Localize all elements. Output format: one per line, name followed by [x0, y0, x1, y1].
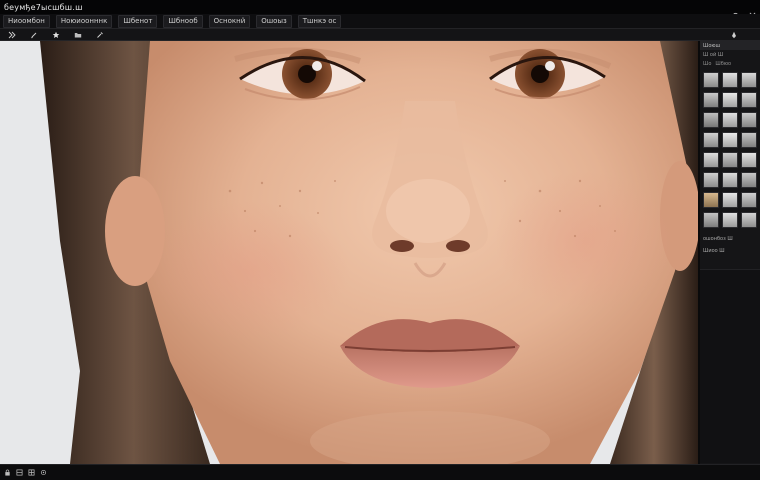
- layers-icon[interactable]: [15, 469, 23, 477]
- menu-bar: Ниоомбон Ноюиоонннк Шбенот Шбнооб Оснокн…: [0, 14, 760, 28]
- menu-item-4[interactable]: Шбнооб: [163, 14, 203, 28]
- image-canvas[interactable]: [0, 41, 698, 464]
- pen-tool-icon[interactable]: [726, 30, 742, 40]
- swatch[interactable]: [741, 92, 757, 108]
- swatch[interactable]: [703, 192, 719, 208]
- swatch[interactable]: [722, 152, 738, 168]
- title-bar: беумђе7ысшбш.ш: [0, 0, 760, 18]
- status-bar: [0, 464, 760, 480]
- star-tool-icon[interactable]: [48, 30, 64, 40]
- portrait-image: [0, 41, 698, 464]
- minimize-icon[interactable]: [732, 4, 739, 18]
- panel-row-1[interactable]: ошонбоз Ш: [700, 234, 760, 244]
- swatch[interactable]: [703, 172, 719, 188]
- swatches-panel: Шоюш Ш ой Ш Шо Шбюо ошонбоз Ш Шиоо Ш: [698, 41, 760, 464]
- swatch[interactable]: [703, 72, 719, 88]
- swatch[interactable]: [703, 132, 719, 148]
- move-tool-icon[interactable]: [4, 30, 20, 40]
- grid-icon[interactable]: [27, 469, 35, 477]
- swatch-grid: [700, 68, 760, 232]
- swatch[interactable]: [722, 132, 738, 148]
- folder-tool-icon[interactable]: [70, 30, 86, 40]
- panel-empty-area: [700, 269, 760, 463]
- swatch[interactable]: [703, 92, 719, 108]
- brush-tool-icon[interactable]: [26, 30, 42, 40]
- swatch[interactable]: [741, 192, 757, 208]
- swatch[interactable]: [703, 212, 719, 228]
- swatch[interactable]: [722, 212, 738, 228]
- swatch[interactable]: [722, 92, 738, 108]
- panel-tabs: Шо Шбюо: [700, 59, 760, 68]
- menu-item-1[interactable]: Ниоомбон: [3, 14, 50, 28]
- panel-tab-2[interactable]: Шбюо: [715, 61, 731, 67]
- panel-subheader: Ш ой Ш: [703, 51, 724, 58]
- menu-item-6[interactable]: Ошоыз: [256, 14, 292, 28]
- swatch[interactable]: [703, 112, 719, 128]
- panel-header: Шоюш: [700, 41, 760, 50]
- swatch[interactable]: [722, 172, 738, 188]
- swatch[interactable]: [722, 192, 738, 208]
- swatch[interactable]: [741, 132, 757, 148]
- swatch[interactable]: [722, 112, 738, 128]
- panel-row-2[interactable]: Шиоо Ш: [700, 246, 760, 256]
- menu-item-3[interactable]: Шбенот: [118, 14, 158, 28]
- swatch[interactable]: [741, 112, 757, 128]
- swatch[interactable]: [741, 152, 757, 168]
- toolbar: [0, 28, 760, 41]
- menu-item-2[interactable]: Ноюиоонннк: [55, 14, 113, 28]
- swatch[interactable]: [741, 172, 757, 188]
- menu-item-7[interactable]: Тшнкэ ос: [297, 14, 342, 28]
- swatch[interactable]: [703, 152, 719, 168]
- close-icon[interactable]: [749, 4, 756, 18]
- swatch[interactable]: [741, 212, 757, 228]
- swatch[interactable]: [722, 72, 738, 88]
- eyedropper-tool-icon[interactable]: [92, 30, 108, 40]
- lock-icon[interactable]: [3, 469, 11, 477]
- swatch[interactable]: [741, 72, 757, 88]
- menu-item-5[interactable]: Оснокнй: [208, 14, 251, 28]
- settings-icon[interactable]: [39, 469, 47, 477]
- app-title: беумђе7ысшбш.ш: [4, 2, 83, 12]
- panel-tab-1[interactable]: Шо: [703, 61, 711, 67]
